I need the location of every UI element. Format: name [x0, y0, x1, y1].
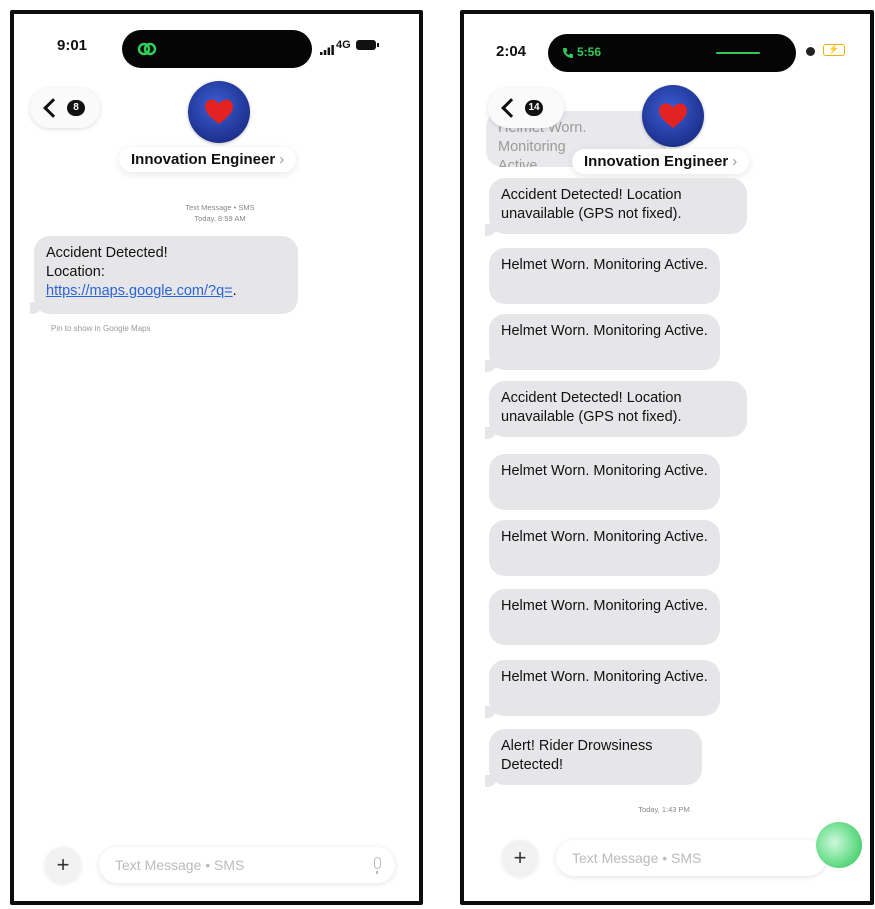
- link-icon: [137, 42, 157, 56]
- battery-icon: ⚡: [823, 44, 845, 56]
- bubble-tail: [485, 224, 497, 236]
- bubble-tail: [30, 302, 42, 314]
- bubble-tail: [485, 775, 497, 787]
- chevron-left-icon: [501, 98, 521, 118]
- dynamic-island: 5:56: [548, 34, 796, 72]
- message-bubble[interactable]: Alert! Rider Drowsiness Detected!: [489, 729, 702, 785]
- message-bubble[interactable]: Helmet Worn. Monitoring Active.: [489, 314, 720, 370]
- message-bubble[interactable]: Helmet Worn. Monitoring Active.: [489, 454, 720, 510]
- bubble-tail: [485, 427, 497, 439]
- input-placeholder: Text Message • SMS: [115, 857, 245, 873]
- message-bubble[interactable]: Accident Detected! Location: https://map…: [34, 236, 298, 314]
- message-bubble[interactable]: Helmet Worn. Monitoring Active.: [489, 589, 720, 645]
- message-line-1: Accident Detected!: [46, 245, 168, 261]
- unread-badge: 8: [67, 100, 85, 116]
- plus-icon: +: [56, 852, 70, 877]
- message-line-2: Location:: [46, 264, 105, 280]
- contact-name: Innovation Engineer: [131, 151, 276, 168]
- back-button[interactable]: 8: [30, 88, 100, 128]
- phone-icon: [563, 48, 573, 58]
- call-timer: 5:56: [577, 45, 602, 59]
- conversation-meta: Text Message • SMS Today, 8:59 AM: [150, 202, 290, 224]
- link-suffix: .: [232, 283, 237, 299]
- contact-name: Innovation Engineer: [584, 153, 729, 170]
- battery-icon: [356, 40, 376, 50]
- message-bubble[interactable]: Helmet Worn. Monitoring Active.: [489, 660, 720, 716]
- chevron-right-icon: ›: [732, 153, 738, 170]
- heart-icon: [205, 99, 233, 124]
- right-phone-screen: 2:04 5:56 ⚡ Helmet Worn. Monitoring Acti…: [460, 10, 874, 905]
- settings-dot-icon: [806, 47, 815, 56]
- message-input[interactable]: Text Message • SMS: [556, 840, 826, 876]
- status-time: 2:04: [496, 43, 527, 60]
- dynamic-island: [122, 30, 312, 68]
- input-placeholder: Text Message • SMS: [572, 850, 702, 866]
- heart-icon: [659, 103, 687, 128]
- status-bar: 2:04 5:56 ⚡: [464, 14, 870, 72]
- network-label: 4G: [336, 39, 351, 51]
- chevron-left-icon: [43, 98, 63, 118]
- back-button[interactable]: 14: [488, 88, 564, 128]
- audio-waveform: [716, 52, 760, 54]
- meta-service: Text Message • SMS: [185, 203, 255, 212]
- chevron-right-icon: ›: [279, 151, 285, 168]
- message-bubble[interactable]: Helmet Worn. Monitoring Active.: [489, 248, 720, 304]
- dictation-orb-icon[interactable]: [816, 822, 862, 868]
- status-time: 9:01: [57, 37, 88, 54]
- message-bubble[interactable]: Accident Detected! Location unavailable …: [489, 178, 747, 234]
- maps-hint: Pin to show in Google Maps: [51, 324, 151, 333]
- plus-icon: +: [513, 845, 527, 870]
- message-bubble[interactable]: Accident Detected! Location unavailable …: [489, 381, 747, 437]
- contact-avatar[interactable]: [188, 81, 250, 143]
- plus-button[interactable]: +: [502, 840, 538, 876]
- contact-avatar[interactable]: [642, 85, 704, 147]
- status-bar: 9:01 4G: [14, 14, 419, 72]
- message-bubble[interactable]: Helmet Worn. Monitoring Active.: [489, 520, 720, 576]
- message-input[interactable]: Text Message • SMS: [99, 847, 395, 883]
- maps-link[interactable]: https://maps.google.com/?q=: [46, 283, 233, 299]
- plus-button[interactable]: +: [45, 847, 81, 883]
- bubble-tail: [485, 706, 497, 718]
- left-phone-screen: 9:01 4G 8 Innovation Engineer › Text Mes…: [10, 10, 423, 905]
- bubble-tail: [485, 360, 497, 372]
- microphone-icon[interactable]: [374, 857, 381, 874]
- unread-badge: 14: [525, 100, 543, 116]
- meta-date: Today, 8:59 AM: [194, 214, 246, 223]
- contact-name-button[interactable]: Innovation Engineer ›: [119, 147, 297, 172]
- message-timestamp: Today, 1:43 PM: [638, 805, 690, 814]
- contact-name-button[interactable]: Innovation Engineer ›: [572, 149, 750, 174]
- signal-bars-icon: [320, 42, 334, 55]
